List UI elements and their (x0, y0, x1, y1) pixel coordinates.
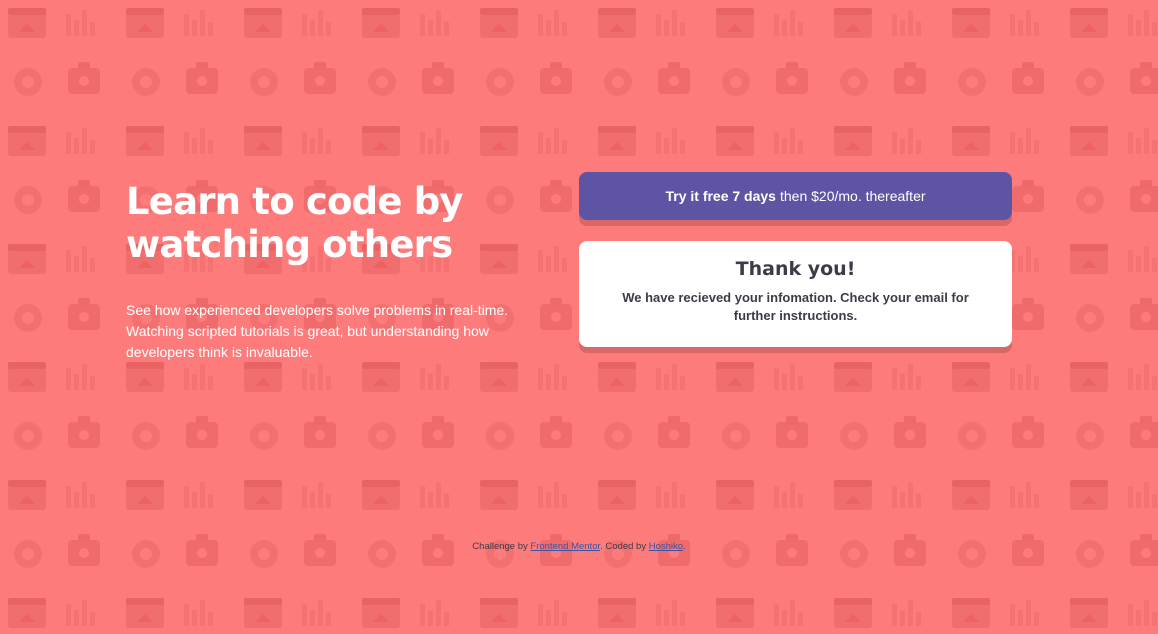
hero-title: Learn to code by watching others (126, 180, 464, 266)
footer-middle: . Coded by (600, 541, 649, 552)
thank-you-title: Thank you! (735, 258, 856, 280)
trial-offer-banner: Try it free 7 days then $20/mo. thereaft… (579, 172, 1012, 220)
trial-offer-rest: then $20/mo. thereafter (779, 188, 926, 204)
hero-description: See how experienced developers solve pro… (126, 302, 509, 360)
thank-you-message: We have recieved your infomation. Check … (622, 290, 969, 323)
trial-offer-bold: Try it free 7 days (665, 188, 776, 204)
attribution-footer: Challenge by Frontend Mentor. Coded by H… (0, 541, 1158, 552)
footer-prefix: Challenge by (472, 541, 531, 552)
footer-suffix: . (683, 541, 686, 552)
author-link[interactable]: Hoshiko (649, 541, 683, 552)
hero-section: Learn to code by watching others See how… (126, 180, 546, 363)
frontend-mentor-link[interactable]: Frontend Mentor (530, 541, 600, 552)
thank-you-card: Thank you! We have recieved your infomat… (579, 241, 1012, 347)
